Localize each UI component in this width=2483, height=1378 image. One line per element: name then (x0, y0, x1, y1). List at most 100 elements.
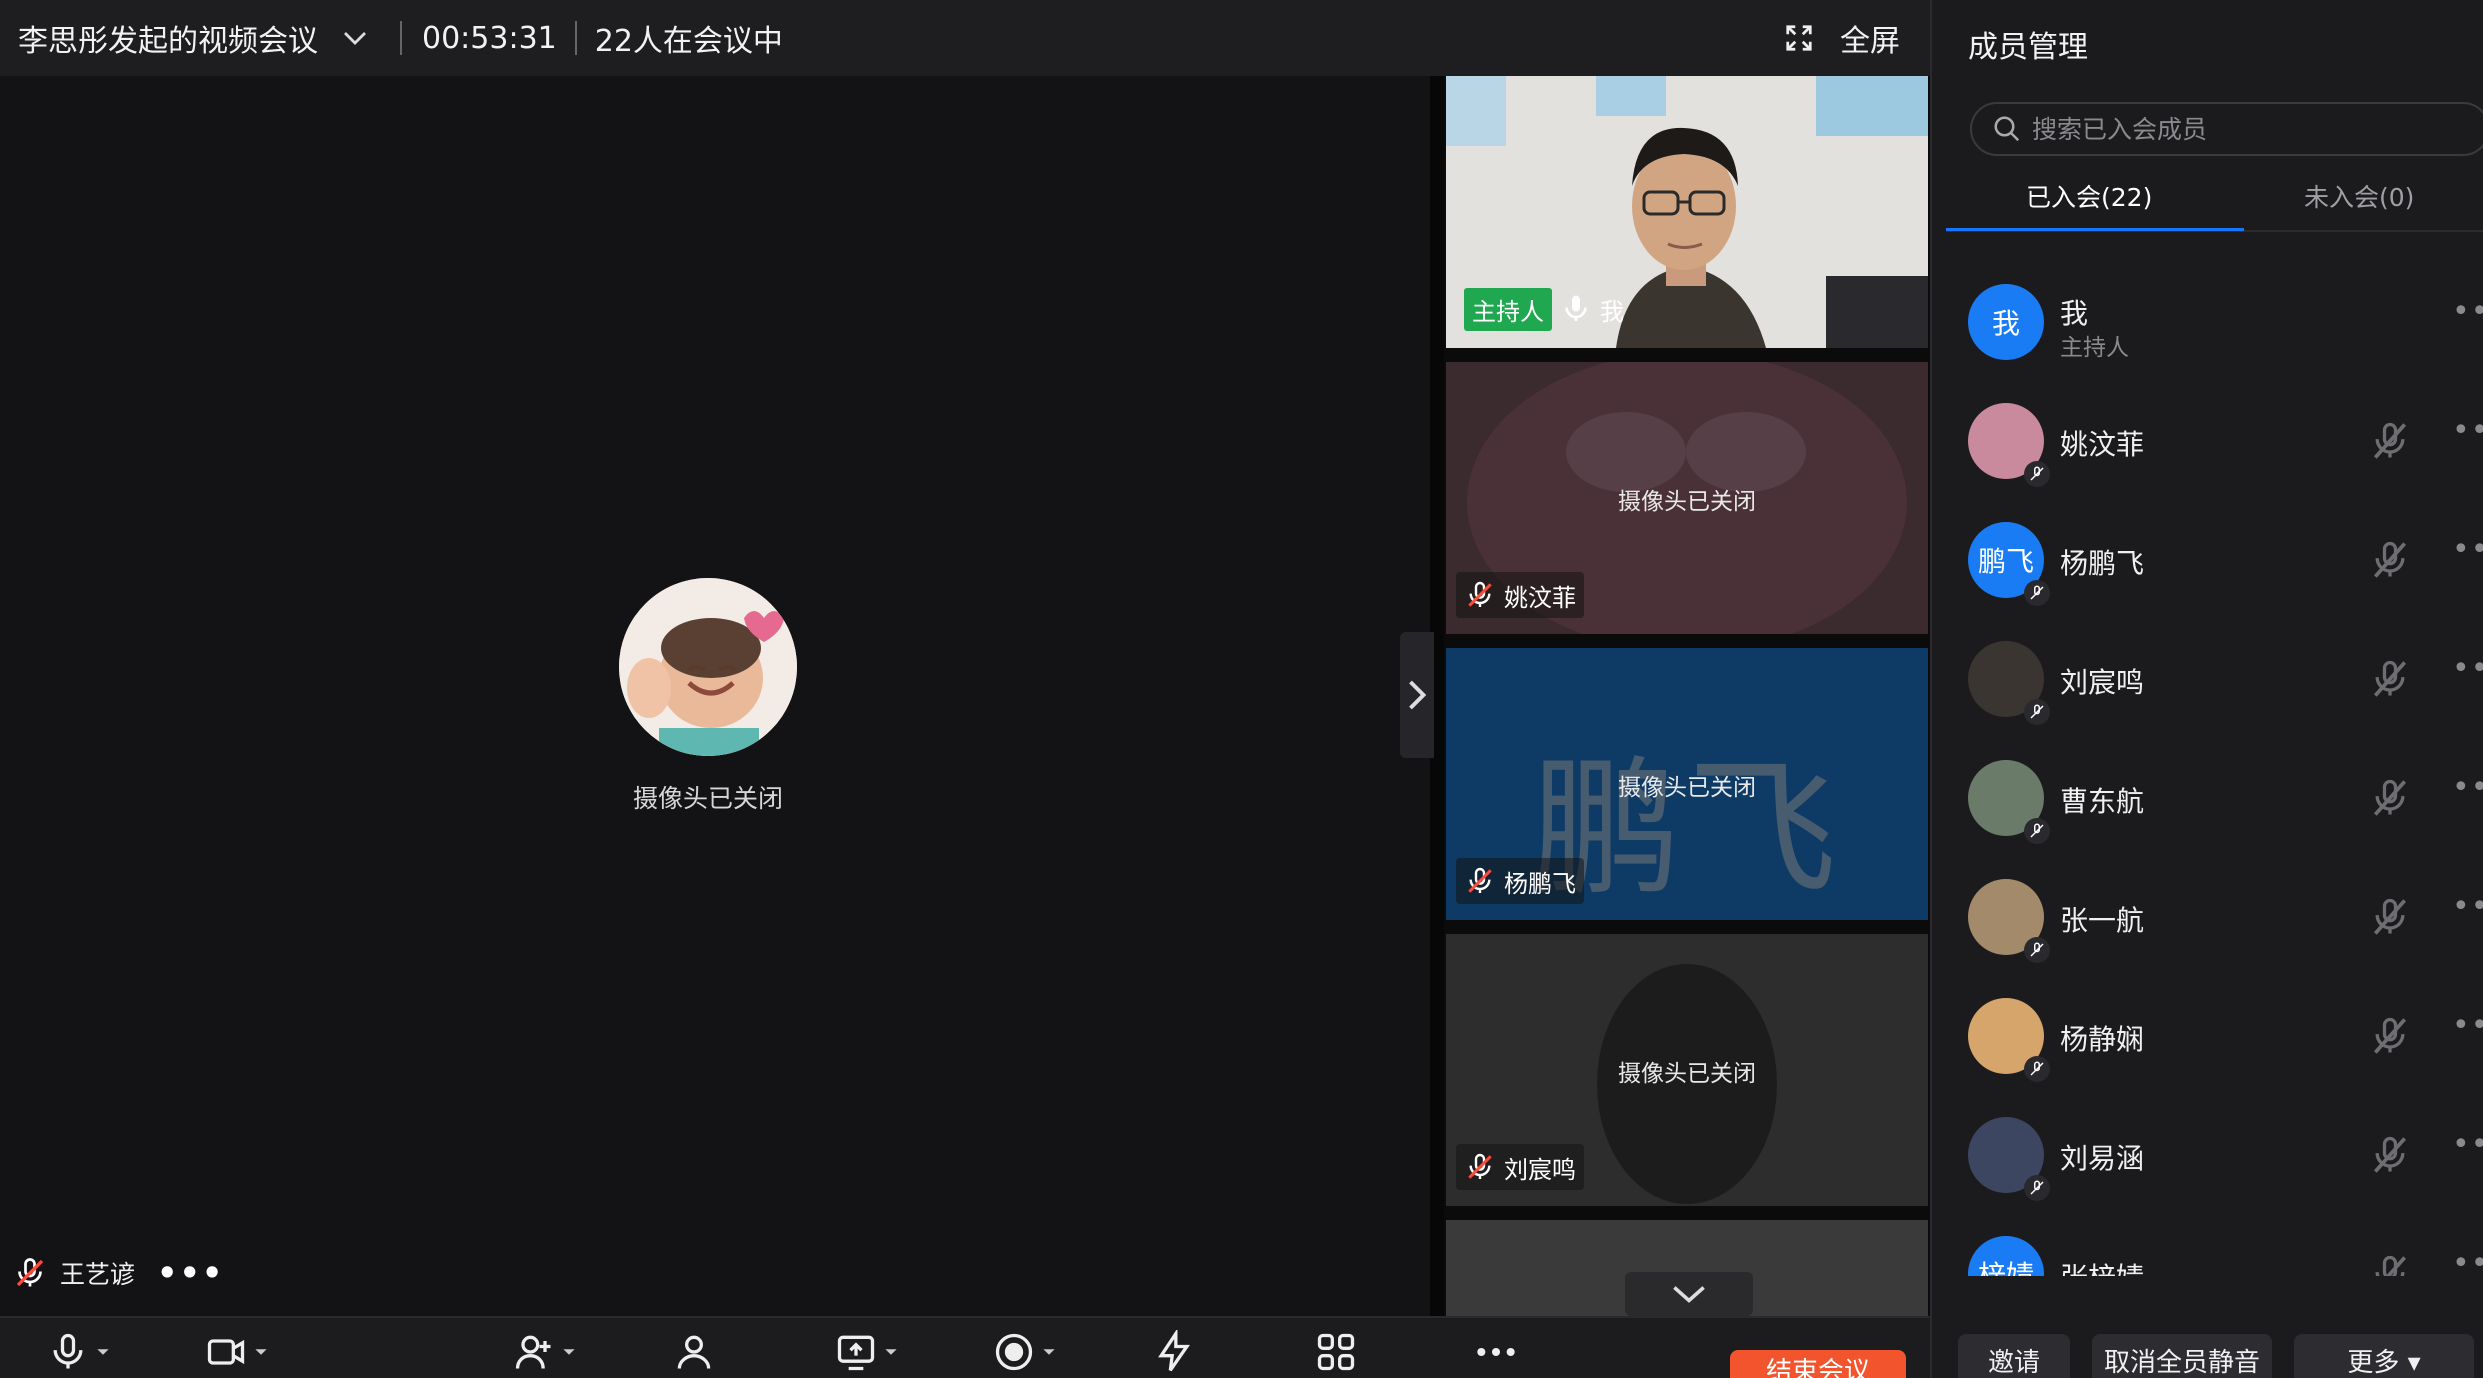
mic-muted-icon[interactable] (2368, 419, 2412, 463)
microphone-button[interactable] (46, 1330, 110, 1374)
chevron-right-icon (1409, 680, 1427, 710)
chevron-down-icon[interactable] (340, 23, 370, 53)
apps-grid-icon (1317, 1333, 1355, 1371)
mic-muted-icon (1468, 867, 1492, 893)
member-management-panel: 成员管理 已入会(22) 未入会(0) 我我主持人••姚汶菲••鹏飞杨鹏飞••刘… (1930, 0, 2483, 1378)
member-avatar: 梓婧 (1968, 1236, 2044, 1276)
mic-muted-icon[interactable] (2368, 895, 2412, 939)
member-more-icon[interactable]: •• (2452, 532, 2483, 567)
member-row[interactable]: 张一航 •• (1932, 861, 2483, 963)
caret-down-icon[interactable] (1042, 1345, 1056, 1359)
mic-icon (1565, 295, 1587, 321)
video-camera-icon (207, 1339, 245, 1365)
muted-badge-icon (2024, 580, 2050, 606)
video-tile-liuchenming[interactable]: 摄像头已关闭 刘宸鸣 (1446, 934, 1928, 1206)
member-more-icon[interactable]: •• (2452, 1127, 2483, 1162)
members-icon (677, 1335, 711, 1369)
member-more-icon[interactable]: •• (2452, 413, 2483, 448)
top-bar: 李思彤发起的视频会议 00:53:31 22人在会议中 全屏 (0, 0, 1930, 76)
meeting-timer: 00:53:31 (422, 20, 557, 56)
mic-muted-icon[interactable] (2368, 1252, 2412, 1276)
bottom-toolbar: 结束会议 (0, 1316, 1930, 1378)
member-more-icon[interactable]: •• (2452, 1246, 2483, 1276)
share-screen-button[interactable] (834, 1330, 898, 1374)
quick-actions-button[interactable] (1152, 1330, 1196, 1374)
participant-count: 22人在会议中 (594, 24, 783, 59)
mic-muted-icon[interactable] (2368, 776, 2412, 820)
member-row[interactable]: 鹏飞杨鹏飞 •• (1932, 504, 2483, 606)
share-screen-icon (837, 1335, 875, 1371)
member-row[interactable]: 刘宸鸣 •• (1932, 623, 2483, 725)
muted-badge-icon (2024, 1175, 2050, 1201)
member-more-icon[interactable]: •• (2452, 770, 2483, 805)
speaker-avatar (619, 578, 797, 756)
muted-badge-icon (2024, 461, 2050, 487)
more-actions-button[interactable]: 更多 ▾ (2294, 1334, 2474, 1378)
tile-name-tag: 姚汶菲 (1456, 572, 1584, 618)
member-row[interactable]: 姚汶菲 •• (1932, 385, 2483, 487)
chevron-down-icon (1673, 1286, 1705, 1303)
fullscreen-button[interactable]: 全屏 (1784, 0, 1900, 76)
tile-participant-name: 杨鹏飞 (1504, 869, 1576, 898)
more-options-icon[interactable]: ••• (157, 1254, 224, 1292)
caret-down-icon[interactable] (254, 1345, 268, 1359)
camera-button[interactable] (204, 1330, 268, 1374)
member-row[interactable]: 梓婧 张梓婧 •• (1932, 1218, 2483, 1276)
member-name: 姚汶菲 (2060, 428, 2145, 461)
collapse-thumbnails-button[interactable] (1400, 632, 1434, 758)
main-video-stage[interactable]: 摄像头已关闭 王艺谚 ••• (0, 76, 1430, 1316)
mic-muted-icon[interactable] (2368, 657, 2412, 701)
mic-muted-icon (16, 1258, 44, 1287)
muted-badge-icon (2024, 937, 2050, 963)
mic-muted-icon[interactable] (2368, 1014, 2412, 1058)
tile-camera-off-text: 摄像头已关闭 (1618, 489, 1756, 515)
divider (574, 21, 577, 55)
speaker-name: 王艺谚 (60, 1260, 136, 1289)
scroll-down-button[interactable] (1625, 1272, 1753, 1316)
member-name: 我 (2060, 297, 2089, 330)
member-avatar-text: 梓婧 (1977, 1259, 2034, 1276)
record-icon (995, 1333, 1033, 1371)
mic-muted-icon (1468, 1153, 1492, 1179)
muted-badge-icon (2024, 1056, 2050, 1082)
meeting-title[interactable]: 李思彤发起的视频会议 (18, 16, 318, 60)
mic-muted-icon[interactable] (2368, 1133, 2412, 1177)
end-meeting-button[interactable]: 结束会议 (1730, 1350, 1906, 1378)
record-button[interactable] (992, 1330, 1056, 1374)
member-name: 杨鹏飞 (2060, 547, 2145, 580)
member-more-icon[interactable]: •• (2452, 1008, 2483, 1043)
member-row[interactable]: 杨静娴 •• (1932, 980, 2483, 1082)
member-row[interactable]: 我 我主持人 •• (1932, 266, 2483, 366)
video-tile-yangpengfei[interactable]: 鹏飞 摄像头已关闭 杨鹏飞 (1446, 648, 1928, 920)
speaker-label: 王艺谚 ••• (12, 1254, 224, 1292)
member-more-icon[interactable]: •• (2452, 294, 2483, 329)
tile-name-tag: 刘宸鸣 (1456, 1144, 1584, 1190)
caret-down-icon[interactable] (96, 1345, 110, 1359)
tile-participant-name: 我 (1600, 297, 1624, 326)
caret-down-icon[interactable] (884, 1345, 898, 1359)
unmute-all-button[interactable]: 取消全员静音 (2092, 1334, 2272, 1378)
apps-button[interactable] (1314, 1330, 1358, 1374)
member-more-icon[interactable]: •• (2452, 651, 2483, 686)
thumbnail-column: 主持人 我 摄像头已关闭 姚汶菲 鹏飞 摄像头已关闭 杨鹏飞 摄像头已关闭 刘宸… (1430, 76, 1930, 1316)
member-row[interactable]: 刘易涵 •• (1932, 1099, 2483, 1201)
video-tile-me[interactable]: 主持人 我 (1446, 76, 1928, 348)
mic-muted-icon[interactable] (2368, 538, 2412, 582)
member-avatar-text: 鹏飞 (1977, 545, 2034, 578)
member-more-icon[interactable]: •• (2452, 889, 2483, 924)
member-name: 刘宸鸣 (2060, 666, 2145, 699)
members-button[interactable] (672, 1330, 716, 1374)
tile-camera-off-text: 摄像头已关闭 (1618, 775, 1756, 801)
divider (400, 21, 402, 55)
member-name: 张梓婧 (2060, 1256, 2144, 1276)
invite-member-button[interactable] (512, 1330, 576, 1374)
more-button[interactable] (1474, 1330, 1518, 1374)
invite-button[interactable]: 邀请 (1958, 1334, 2070, 1378)
member-role: 主持人 (2060, 335, 2129, 361)
member-row[interactable]: 曹东航 •• (1932, 742, 2483, 844)
tile-participant-name: 刘宸鸣 (1504, 1155, 1576, 1184)
panel-actions: 邀请 取消全员静音 更多 ▾ (1932, 1330, 2483, 1378)
mic-muted-icon (1468, 581, 1492, 607)
video-tile-yaowenfei[interactable]: 摄像头已关闭 姚汶菲 (1446, 362, 1928, 634)
caret-down-icon[interactable] (562, 1345, 576, 1359)
